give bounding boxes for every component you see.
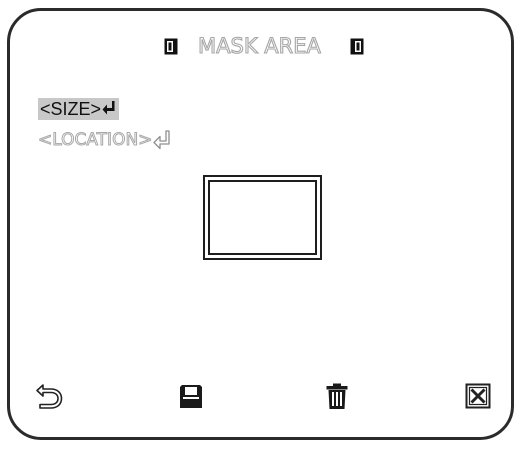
mask-area-inner-border	[208, 180, 317, 255]
left-bracket-arrow-icon[interactable]	[164, 38, 178, 55]
trash-icon[interactable]	[322, 381, 352, 411]
menu-item-location-label: <LOCATION>	[37, 130, 153, 151]
close-icon[interactable]	[463, 381, 493, 411]
menu-item-size-label: <SIZE>	[40, 99, 102, 119]
right-bracket-arrow-icon[interactable]	[350, 38, 364, 55]
header: MASK AREA	[0, 30, 525, 62]
page-title: MASK AREA	[197, 33, 321, 58]
save-icon[interactable]	[176, 381, 206, 411]
enter-icon	[152, 128, 174, 158]
back-icon[interactable]	[34, 381, 64, 411]
menu-item-location[interactable]: <LOCATION>	[37, 128, 174, 154]
enter-icon	[101, 98, 117, 124]
menu-item-size[interactable]: <SIZE>	[38, 98, 120, 120]
mask-area-preview[interactable]	[203, 175, 322, 260]
menu-item-size-highlight: <SIZE>	[38, 98, 120, 120]
